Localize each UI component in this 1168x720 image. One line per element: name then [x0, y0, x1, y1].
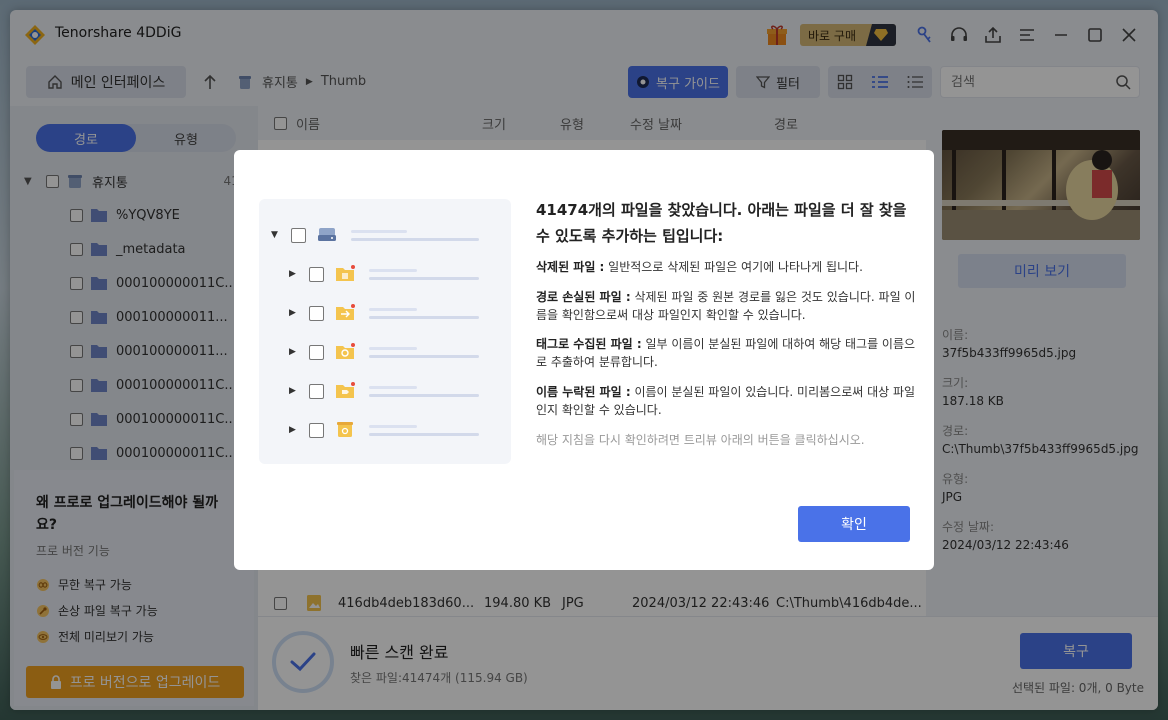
tip-term: 삭제된 파일 :	[536, 260, 605, 274]
recovered-folder-icon	[336, 343, 355, 359]
tip-unnamed: 이름 누락된 파일 : 이름이 분실된 파일이 있습니다. 미리봄으로써 대상 …	[536, 383, 916, 419]
illustration-checkbox	[309, 306, 324, 321]
collapsed-arrow-icon: ▶	[289, 425, 296, 435]
trash-folder-icon	[337, 422, 353, 437]
tip-tagged: 태그로 수집된 파일 : 일부 이름이 분실된 파일에 대하여 해당 태그를 이…	[536, 335, 916, 371]
tag-folder-icon	[336, 382, 355, 398]
tip-term: 경로 손실된 파일 :	[536, 290, 631, 304]
tree-illustration: ▼ ▶ ▶ ▶ ▶ ▶	[259, 199, 511, 464]
expand-arrow-icon: ▼	[271, 230, 278, 240]
dialog-title: 41474개의 파일을 찾았습니다. 아래는 파일을 더 잘 찾을 수 있도록 …	[536, 201, 907, 245]
drive-icon	[318, 228, 336, 241]
collapsed-arrow-icon: ▶	[289, 347, 296, 357]
tips-dialog: ▼ ▶ ▶ ▶ ▶ ▶ 41474개의 파일을 찾았습니다. 아래는 파일을 더…	[234, 150, 934, 570]
tip-lost-path: 경로 손실된 파일 : 삭제된 파일 중 원본 경로를 잃은 것도 있습니다. …	[536, 288, 916, 324]
illustration-checkbox	[309, 345, 324, 360]
collapsed-arrow-icon: ▶	[289, 269, 296, 279]
illustration-checkbox	[291, 228, 306, 243]
tip-term: 이름 누락된 파일 :	[536, 385, 631, 399]
tip-deleted: 삭제된 파일 : 일반적으로 삭제된 파일은 여기에 나타나게 됩니다.	[536, 258, 916, 276]
illustration-checkbox	[309, 267, 324, 282]
tip-description: 일반적으로 삭제된 파일은 여기에 나타나게 됩니다.	[604, 260, 863, 274]
dialog-note: 해당 지침을 다시 확인하려면 트리뷰 아래의 버튼을 클릭하십시오.	[536, 433, 865, 447]
lost-path-folder-icon	[336, 304, 355, 320]
illustration-checkbox	[309, 384, 324, 399]
deleted-folder-icon	[336, 265, 355, 281]
tip-term: 태그로 수집된 파일 :	[536, 337, 642, 351]
collapsed-arrow-icon: ▶	[289, 386, 296, 396]
confirm-button[interactable]: 확인	[798, 506, 910, 542]
illustration-checkbox	[309, 423, 324, 438]
collapsed-arrow-icon: ▶	[289, 308, 296, 318]
